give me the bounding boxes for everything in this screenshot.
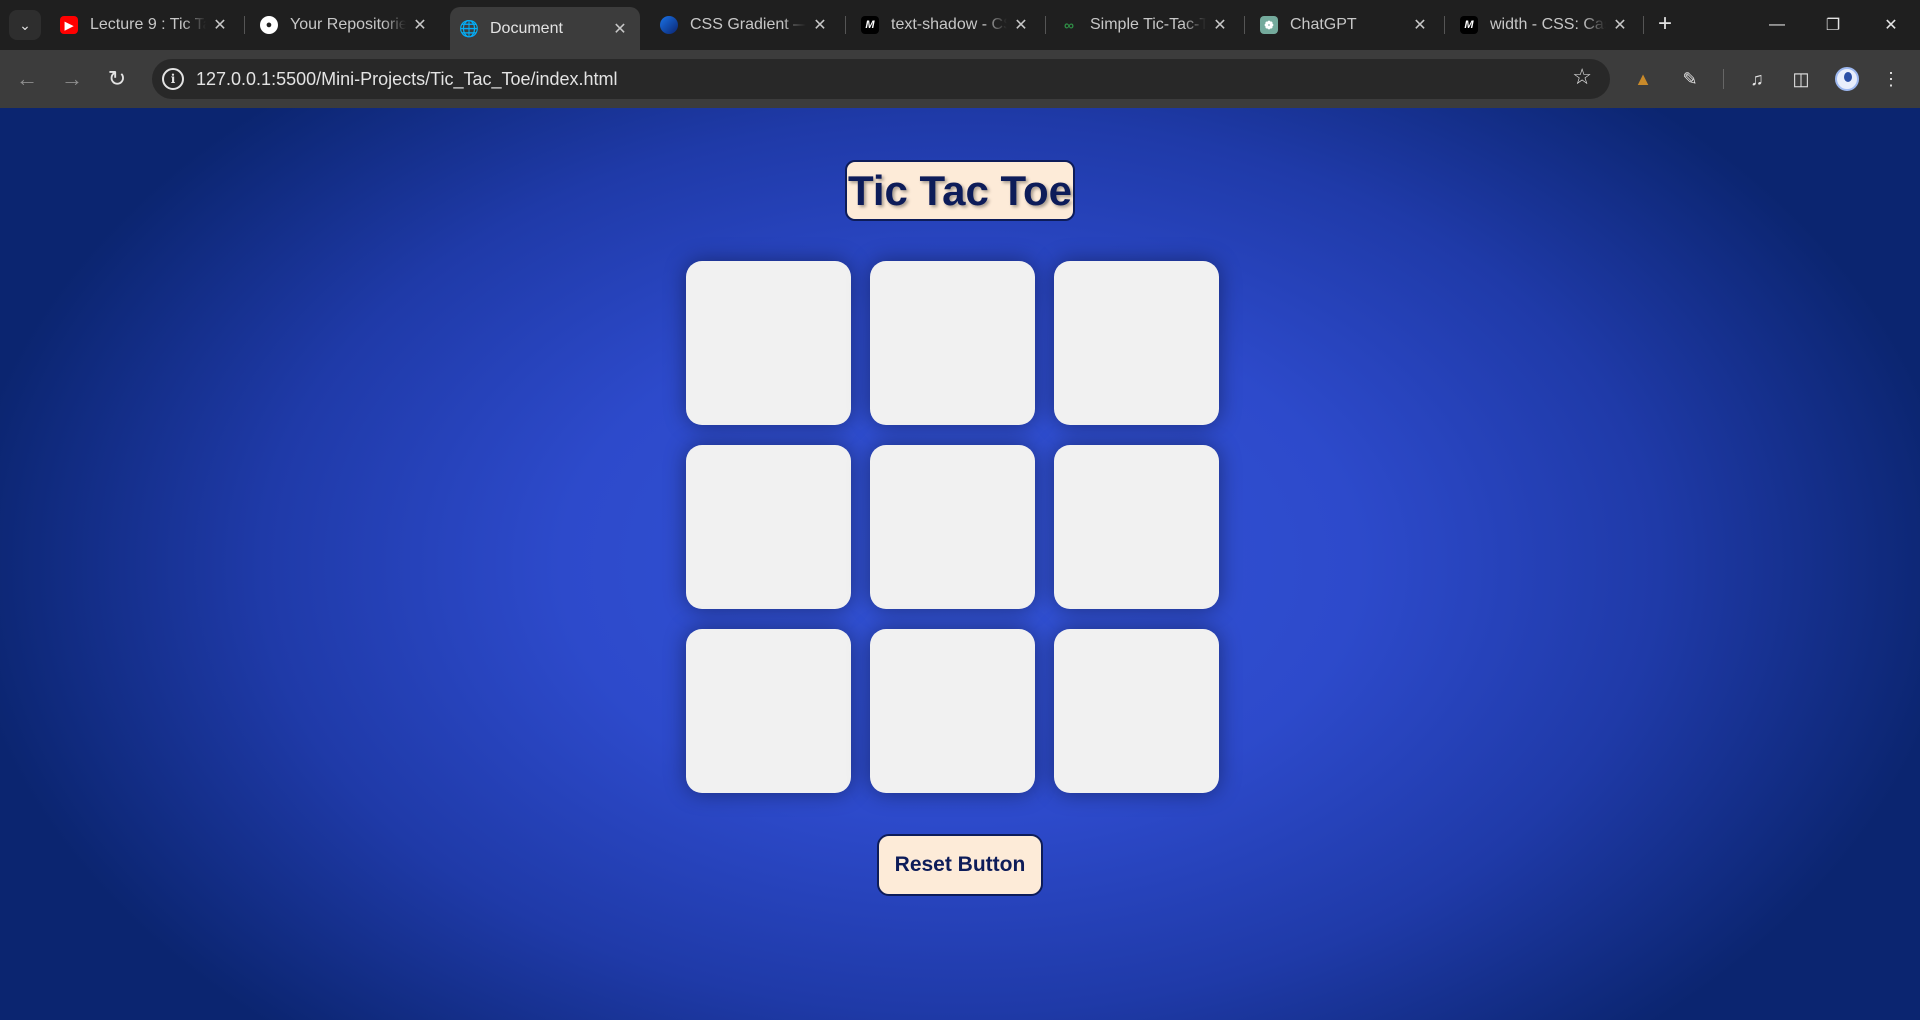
- tab-strip: ⌄ ▶ Lecture 9 : Tic Tac Toe ✕ ● Your Rep…: [0, 0, 1920, 50]
- tab-search-button[interactable]: ⌄: [9, 10, 41, 40]
- tab-title: width - CSS: Cascading: [1490, 16, 1606, 33]
- url-text[interactable]: 127.0.0.1:5500/Mini-Projects/Tic_Tac_Toe…: [196, 69, 618, 90]
- globe-icon: 🌐: [459, 20, 479, 38]
- browser-toolbar: ← → ↻ i 127.0.0.1:5500/Mini-Projects/Tic…: [0, 50, 1920, 108]
- chevron-down-icon: ⌄: [19, 16, 31, 33]
- site-info-icon[interactable]: i: [162, 68, 184, 90]
- tab-lecture[interactable]: ▶ Lecture 9 : Tic Tac Toe ✕: [50, 8, 240, 42]
- window-close-button[interactable]: ✕: [1871, 10, 1911, 40]
- close-icon[interactable]: ✕: [1210, 15, 1230, 35]
- board-cell-2[interactable]: [870, 261, 1035, 425]
- page-viewport: Tic Tac Toe Reset Button: [0, 108, 1920, 1020]
- board-cell-1[interactable]: [686, 261, 851, 425]
- page-title: Tic Tac Toe: [845, 160, 1075, 221]
- cssgradient-icon: [660, 16, 678, 34]
- game-board: [686, 261, 1220, 795]
- youtube-icon: ▶: [60, 16, 78, 34]
- tab-separator: [1444, 16, 1445, 34]
- tab-document[interactable]: 🌐 Document ✕: [450, 7, 640, 50]
- board-cell-5[interactable]: [870, 445, 1035, 609]
- reload-button[interactable]: ↻: [102, 64, 132, 94]
- tab-title: Lecture 9 : Tic Tac Toe: [90, 16, 206, 33]
- forward-button[interactable]: →: [57, 64, 87, 94]
- new-tab-button[interactable]: +: [1651, 11, 1679, 39]
- mdn-icon: M: [1460, 16, 1478, 34]
- profile-avatar[interactable]: [1835, 67, 1859, 91]
- media-controls-icon[interactable]: ♫: [1744, 66, 1770, 92]
- tab-separator: [1244, 16, 1245, 34]
- tab-chatgpt[interactable]: ❁ ChatGPT ✕: [1250, 8, 1440, 42]
- tab-separator: [1643, 16, 1644, 34]
- plus-icon: +: [1657, 10, 1672, 37]
- tab-simple-tictactoe[interactable]: ∞ Simple Tic-Tac-Toe ✕: [1050, 8, 1240, 42]
- tab-title: Document: [490, 19, 563, 37]
- tab-title: CSS Gradient — Generator: [690, 16, 806, 33]
- reset-button[interactable]: Reset Button: [877, 834, 1043, 896]
- tab-text-shadow[interactable]: M text-shadow - CSS ✕: [851, 8, 1041, 42]
- restore-icon: ❐: [1825, 17, 1841, 34]
- close-icon[interactable]: ✕: [210, 15, 230, 35]
- reload-icon: ↻: [107, 66, 127, 91]
- board-cell-8[interactable]: [870, 629, 1035, 793]
- board-cell-6[interactable]: [1054, 445, 1219, 609]
- tab-title: Simple Tic-Tac-Toe: [1090, 16, 1206, 33]
- close-icon[interactable]: ✕: [610, 19, 630, 39]
- tab-css-gradient[interactable]: CSS Gradient — Generator ✕: [650, 8, 840, 42]
- minimize-button[interactable]: —: [1757, 10, 1797, 40]
- extension-hat-icon[interactable]: ▲: [1630, 66, 1656, 92]
- extensions-puzzle-icon[interactable]: ✎: [1677, 66, 1703, 92]
- board-cell-4[interactable]: [686, 445, 851, 609]
- side-panel-icon[interactable]: ◫: [1788, 66, 1814, 92]
- close-icon[interactable]: ✕: [1410, 15, 1430, 35]
- toolbar-separator: [1723, 69, 1724, 89]
- tab-title: text-shadow - CSS: [891, 16, 1007, 33]
- tab-title: ChatGPT: [1290, 16, 1357, 33]
- board-cell-9[interactable]: [1054, 629, 1219, 793]
- close-icon[interactable]: ✕: [410, 15, 430, 35]
- tab-separator: [244, 16, 245, 34]
- board-cell-7[interactable]: [686, 629, 851, 793]
- minimize-icon: —: [1769, 16, 1785, 33]
- close-icon[interactable]: ✕: [810, 15, 830, 35]
- tab-title: Your Repositories: [290, 16, 406, 33]
- mdn-icon: M: [861, 16, 879, 34]
- arrow-left-icon: ←: [16, 66, 38, 91]
- github-icon: ●: [260, 16, 278, 34]
- bookmark-star-icon[interactable]: ☆: [1572, 64, 1592, 90]
- back-button[interactable]: ←: [12, 64, 42, 94]
- close-icon[interactable]: ✕: [1610, 15, 1630, 35]
- board-cell-3[interactable]: [1054, 261, 1219, 425]
- tab-repositories[interactable]: ● Your Repositories ✕: [250, 8, 440, 42]
- gfg-icon: ∞: [1064, 17, 1074, 33]
- restore-button[interactable]: ❐: [1813, 10, 1853, 40]
- arrow-right-icon: →: [61, 66, 83, 91]
- address-bar[interactable]: i 127.0.0.1:5500/Mini-Projects/Tic_Tac_T…: [152, 59, 1610, 99]
- chatgpt-icon: ❁: [1260, 16, 1278, 34]
- tab-separator: [845, 16, 846, 34]
- close-icon[interactable]: ✕: [1011, 15, 1031, 35]
- tab-separator: [1045, 16, 1046, 34]
- tab-width-css[interactable]: M width - CSS: Cascading ✕: [1450, 8, 1640, 42]
- close-icon: ✕: [1884, 17, 1898, 34]
- more-menu-icon[interactable]: ⋮: [1878, 66, 1904, 92]
